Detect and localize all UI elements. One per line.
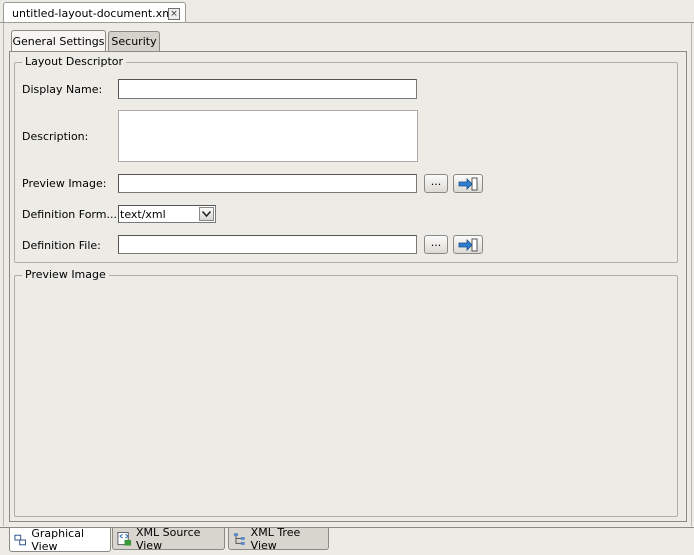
tab-general-settings[interactable]: General Settings: [11, 30, 106, 51]
preview-image-group: Preview Image: [14, 268, 678, 517]
definition-format-value: text/xml: [120, 207, 166, 221]
ellipsis-icon: ...: [430, 175, 442, 188]
definition-format-label: Definition Form...: [22, 208, 117, 221]
description-textarea[interactable]: [118, 110, 418, 162]
preview-image-browse-button[interactable]: ...: [424, 174, 448, 193]
ellipsis-icon: ...: [430, 236, 442, 249]
tab-security[interactable]: Security: [108, 31, 160, 51]
layout-descriptor-title: Layout Descriptor: [22, 55, 127, 68]
arrow-right-icon: [458, 177, 478, 190]
definition-file-input[interactable]: [118, 235, 417, 254]
tab-xml-tree-view-label: XML Tree View: [250, 525, 301, 552]
tab-security-label: Security: [111, 35, 157, 48]
tab-xml-tree-view[interactable]: XML Tree View: [228, 525, 329, 552]
definition-file-open-button[interactable]: [453, 235, 483, 254]
display-name-input[interactable]: [118, 79, 417, 99]
description-label: Description:: [22, 130, 89, 143]
tab-graphical-view[interactable]: Graphical View: [9, 526, 111, 553]
display-name-label: Display Name:: [22, 83, 103, 96]
chevron-down-icon[interactable]: [199, 207, 214, 221]
definition-file-browse-button[interactable]: ...: [424, 235, 448, 254]
tab-xml-source-view-label: XML Source View: [135, 525, 201, 552]
tree-view-icon: [233, 532, 245, 545]
definition-format-select[interactable]: text/xml: [118, 205, 216, 223]
preview-image-open-button[interactable]: [453, 174, 483, 193]
tab-graphical-view-label: Graphical View: [31, 526, 85, 553]
graphical-view-icon: [14, 534, 26, 545]
tab-general-settings-label: General Settings: [12, 34, 105, 48]
document-tab[interactable]: untitled-layout-document.xml ×: [3, 2, 186, 23]
definition-file-label: Definition File:: [22, 239, 101, 252]
tab-xml-source-view[interactable]: XML Source View: [112, 525, 225, 552]
close-icon[interactable]: ×: [168, 8, 180, 20]
preview-image-label: Preview Image:: [22, 177, 107, 190]
document-tab-title: untitled-layout-document.xml: [12, 6, 176, 20]
preview-image-title: Preview Image: [22, 268, 109, 281]
xml-source-icon: [117, 531, 132, 546]
arrow-right-icon: [458, 238, 478, 251]
preview-image-input[interactable]: [118, 174, 417, 193]
